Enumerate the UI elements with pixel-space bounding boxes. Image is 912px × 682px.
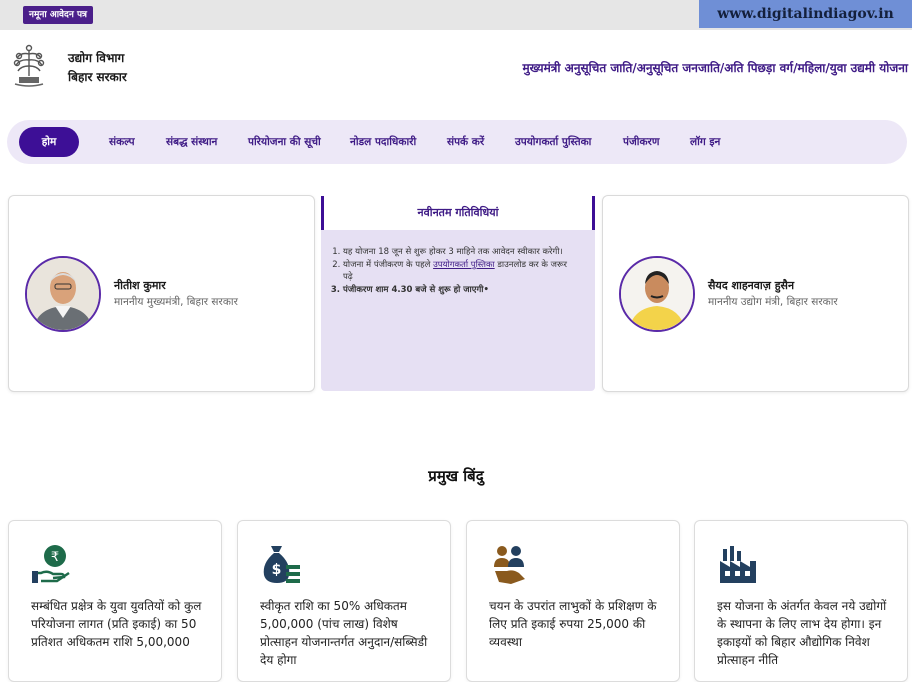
news-item: यह योजना 18 जून से शुरू होकर 3 माहिने तक… <box>343 246 573 258</box>
industry-minister-avatar <box>619 256 695 332</box>
bihar-emblem-icon <box>11 44 47 88</box>
nav-item-project-list[interactable]: परियोजना की सूची <box>248 120 321 164</box>
svg-text:₹: ₹ <box>51 550 59 565</box>
key-point-text: सम्बंधित प्रक्षेत्र के युवा युवतियों को … <box>31 599 202 649</box>
industry-minister-card: सैयद शाहनवाज़ हुसैन माननीय उद्योग मंत्री… <box>602 195 909 392</box>
chief-minister-role: माननीय मुख्यमंत्री, बिहार सरकार <box>114 296 238 308</box>
chief-minister-card: नीतीश कुमार माननीय मुख्यमंत्री, बिहार सर… <box>8 195 315 392</box>
department-line-2: बिहार सरकार <box>68 70 127 84</box>
site-header: उद्योग विभाग बिहार सरकार मुख्यमंत्री अनु… <box>0 30 912 110</box>
nav-item-nodal-officers[interactable]: नोडल पदाधिकारी <box>350 120 416 164</box>
factory-icon <box>717 543 759 585</box>
department-line-1: उद्योग विभाग <box>68 51 125 65</box>
nav-item-contact[interactable]: संपर्क करें <box>447 120 484 164</box>
nav-item-associated-institutions[interactable]: संबद्ध संस्थान <box>166 120 217 164</box>
key-point-text: स्वीकृत राशि का 50% अधिकतम 5,00,000 (पां… <box>260 599 428 667</box>
svg-text:$: $ <box>272 562 282 578</box>
site-url-banner: www.digitalindiagov.in <box>699 0 912 28</box>
key-point-text: इस योजना के अंतर्गत केवल नये उद्योगों के… <box>717 599 887 667</box>
industry-minister-role: माननीय उद्योग मंत्री, बिहार सरकार <box>708 296 838 308</box>
user-manual-link[interactable]: उपयोगकर्ता पुस्तिका <box>433 260 495 270</box>
latest-activities-panel: नवीनतम गतिविधियां यह योजना 18 जून से शुर… <box>321 196 595 391</box>
key-point-text: चयन के उपरांत लाभुकों के प्रशिक्षण के लि… <box>489 599 657 649</box>
nav-item-resolution[interactable]: संकल्प <box>109 120 135 164</box>
department-name: उद्योग विभाग बिहार सरकार <box>68 49 127 87</box>
nav-item-registration[interactable]: पंजीकरण <box>623 120 659 164</box>
nav-item-user-manual[interactable]: उपयोगकर्ता पुस्तिका <box>515 120 591 164</box>
news-item-text: योजना में पंजीकरण के पहले <box>343 260 434 270</box>
rupee-hand-icon: ₹ <box>31 543 73 585</box>
industry-minister-name: सैयद शाहनवाज़ हुसैन <box>708 279 795 292</box>
hand-people-icon <box>489 543 531 585</box>
latest-activities-title: नवीनतम गतिविधियां <box>321 196 595 230</box>
money-bag-icon: $ <box>260 543 302 585</box>
top-bar: नमूना आवेदन पत्र www.digitalindiagov.in <box>0 0 912 30</box>
key-points-title: प्रमुख बिंदु <box>428 467 484 485</box>
sample-application-button[interactable]: नमूना आवेदन पत्र <box>23 6 94 24</box>
main-navigation: होम संकल्प संबद्ध संस्थान परियोजना की सू… <box>7 120 907 164</box>
chief-minister-avatar <box>25 256 101 332</box>
nav-item-home[interactable]: होम <box>19 127 79 157</box>
nav-item-login[interactable]: लॉग इन <box>690 120 720 164</box>
news-item: पंजीकरण शाम 4.30 बजे से शुरू हो जाएगी• <box>343 284 573 296</box>
news-item-text: पंजीकरण शाम 4.30 बजे से शुरू हो जाएगी• <box>343 285 489 295</box>
news-item: योजना में पंजीकरण के पहले उपयोगकर्ता पुस… <box>343 259 573 283</box>
chief-minister-name: नीतीश कुमार <box>114 279 166 292</box>
news-item-text: यह योजना 18 जून से शुरू होकर 3 माहिने तक… <box>343 247 563 257</box>
scheme-title[interactable]: मुख्यमंत्री अनुसूचित जाति/अनुसूचित जनजात… <box>522 59 908 76</box>
news-list: यह योजना 18 जून से शुरू होकर 3 माहिने तक… <box>331 246 573 297</box>
